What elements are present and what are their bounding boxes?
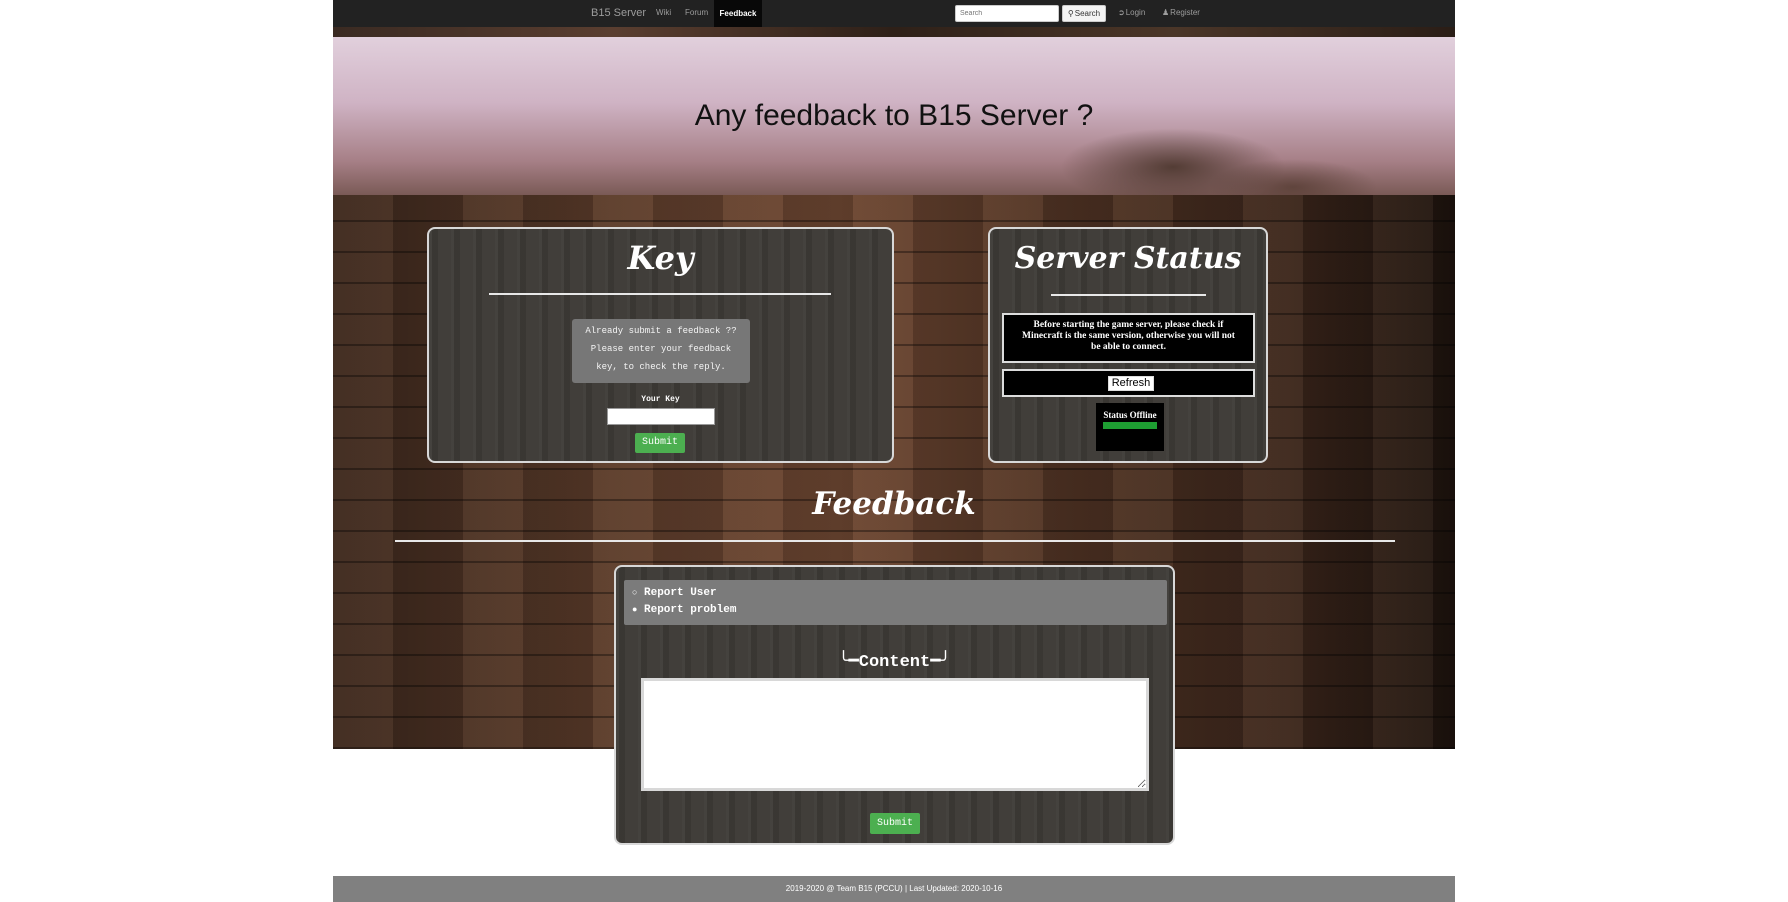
server-status-panel: Server Status Before starting the game s… — [988, 227, 1268, 463]
radio-report-user[interactable]: ○ Report User — [632, 587, 717, 599]
report-type-group: ○ Report User ● Report problem — [624, 580, 1167, 625]
login-link[interactable]: ➲Login — [1118, 8, 1145, 17]
nav-link-forum[interactable]: Forum — [685, 8, 708, 17]
nav-link-wiki[interactable]: Wiki — [656, 8, 671, 17]
status-indicator — [1103, 422, 1157, 429]
search-button-label: Search — [1074, 9, 1101, 18]
key-panel-divider — [489, 293, 831, 295]
radio-label: Report User — [644, 587, 717, 599]
radio-filled-icon: ● — [632, 605, 638, 615]
radio-report-problem[interactable]: ● Report problem — [632, 604, 736, 616]
key-note-line: key, to check the reply. — [596, 362, 726, 372]
key-note-line: Please enter your feedback — [590, 344, 732, 354]
user-icon: ♟ — [1162, 8, 1170, 17]
key-field-label: Your Key — [641, 395, 680, 404]
feedback-panel: ○ Report User ● Report problem ╰━Content━╯… — [614, 565, 1175, 845]
page: B15 Server Wiki Forum Feedback ⚲Search ➲… — [333, 0, 1455, 902]
version-notice: Before starting the game server, please … — [1002, 313, 1255, 363]
nav-link-feedback[interactable]: Feedback — [714, 0, 762, 27]
key-note: Already submit a feedback ?? Please ente… — [572, 319, 750, 383]
feedback-title: Feedback — [812, 486, 976, 522]
radio-label: Report problem — [644, 604, 737, 616]
refresh-button[interactable]: Refresh — [1108, 376, 1154, 391]
status-label: Status Offline — [1103, 410, 1157, 420]
radio-empty-icon: ○ — [632, 588, 638, 598]
login-icon: ➲ — [1118, 8, 1125, 17]
search-input[interactable] — [955, 5, 1059, 22]
register-link[interactable]: ♟Register — [1162, 8, 1200, 17]
server-status-divider — [1051, 294, 1206, 296]
key-panel-title: Key — [627, 239, 694, 277]
key-submit-button[interactable]: Submit — [635, 433, 685, 453]
key-input[interactable] — [607, 408, 715, 425]
version-notice-line: Minecraft is the same version, otherwise… — [1022, 331, 1235, 341]
key-note-line: Already submit a feedback ?? — [585, 326, 737, 336]
footer: 2019-2020 @ Team B15 (PCCU) | Last Updat… — [333, 876, 1455, 902]
status-box: Status Offline — [1096, 403, 1164, 451]
key-panel: Key Already submit a feedback ?? Please … — [427, 227, 894, 463]
refresh-row: Refresh — [1002, 369, 1255, 397]
content-textarea[interactable] — [641, 678, 1149, 791]
brand-link[interactable]: B15 Server — [591, 7, 646, 19]
search-button[interactable]: ⚲Search — [1062, 5, 1106, 22]
hero-title: Any feedback to B15 Server ? — [694, 99, 1094, 132]
search-icon: ⚲ — [1067, 9, 1074, 18]
feedback-divider — [395, 540, 1395, 542]
version-notice-line: be able to connect. — [1091, 342, 1166, 352]
hero-strip — [333, 27, 1455, 37]
register-label: Register — [1170, 8, 1200, 17]
version-notice-line: Before starting the game server, please … — [1033, 320, 1224, 330]
login-label: Login — [1125, 8, 1146, 17]
content-label: ╰━Content━╯ — [838, 653, 951, 672]
navbar: B15 Server Wiki Forum Feedback ⚲Search ➲… — [333, 0, 1455, 27]
feedback-submit-button[interactable]: Submit — [870, 813, 920, 834]
server-status-title: Server Status — [1014, 241, 1242, 276]
